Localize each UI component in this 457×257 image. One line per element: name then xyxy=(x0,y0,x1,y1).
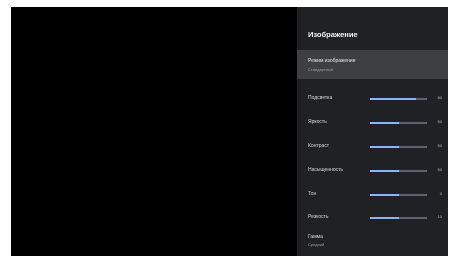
slider-label: Насыщенность xyxy=(308,167,344,173)
panel-title: Изображение xyxy=(308,30,358,39)
slider-sharpness[interactable]: Резкость 10 xyxy=(297,211,448,223)
slider-track[interactable] xyxy=(370,216,427,219)
slider-label: Тон xyxy=(308,191,317,197)
slider-brightness[interactable]: Яркость 50 xyxy=(297,116,448,128)
slider-fill xyxy=(370,145,399,148)
slider-value: 80 xyxy=(437,95,442,100)
slider-value: 10 xyxy=(437,214,442,219)
slider-saturation[interactable]: Насыщенность 50 xyxy=(297,164,448,176)
slider-backlight[interactable]: Подсветка 80 xyxy=(297,92,448,104)
picture-mode-value: Стандартный xyxy=(308,67,333,72)
settings-panel: Изображение Режим изображения Стандартны… xyxy=(297,7,448,256)
picture-mode-label: Режим изображения xyxy=(308,58,356,64)
gamma-item[interactable]: Гамма Средний xyxy=(297,231,448,253)
slider-track[interactable] xyxy=(370,145,427,148)
slider-label: Подсветка xyxy=(308,95,333,101)
slider-track[interactable] xyxy=(370,97,427,100)
slider-value: 50 xyxy=(437,119,442,124)
slider-track[interactable] xyxy=(370,193,427,196)
slider-value: 0 xyxy=(439,191,442,196)
gamma-label: Гамма xyxy=(308,234,323,240)
slider-fill xyxy=(370,216,399,219)
slider-track[interactable] xyxy=(370,121,427,124)
slider-fill xyxy=(370,169,399,172)
slider-fill xyxy=(370,97,416,100)
slider-contrast[interactable]: Контраст 50 xyxy=(297,140,448,152)
slider-label: Контраст xyxy=(308,143,330,149)
picture-mode-item[interactable]: Режим изображения Стандартный xyxy=(297,50,448,79)
slider-value: 50 xyxy=(437,167,442,172)
slider-track[interactable] xyxy=(370,169,427,172)
slider-tint[interactable]: Тон 0 xyxy=(297,188,448,200)
tv-screen: Изображение Режим изображения Стандартны… xyxy=(11,7,448,256)
video-area xyxy=(11,7,297,256)
slider-value: 50 xyxy=(437,143,442,148)
slider-fill xyxy=(370,193,399,196)
gamma-value: Средний xyxy=(308,242,325,247)
slider-fill xyxy=(370,121,399,124)
slider-label: Яркость xyxy=(308,119,327,125)
slider-label: Резкость xyxy=(308,214,329,220)
